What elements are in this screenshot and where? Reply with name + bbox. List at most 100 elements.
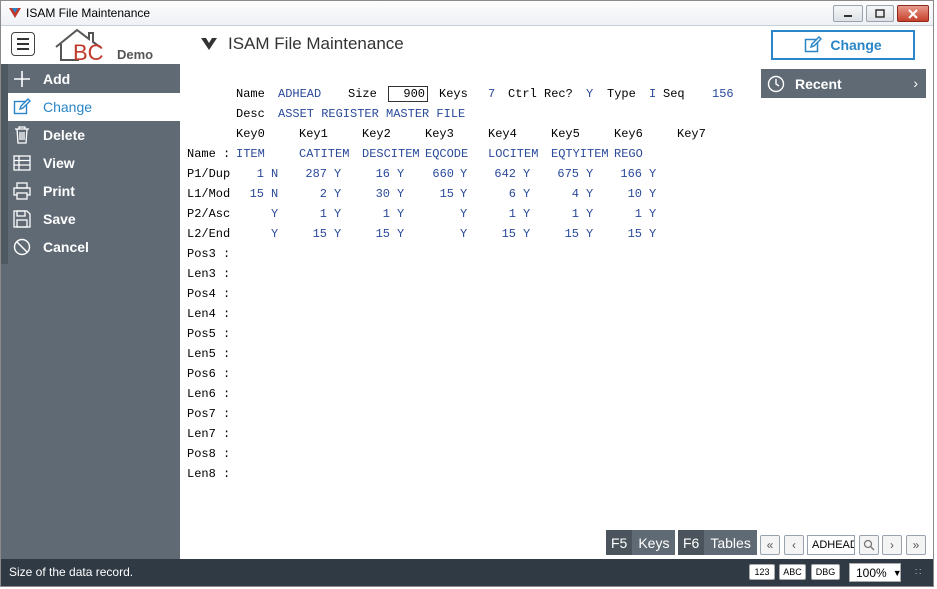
numeric-mode-indicator[interactable]: 123 (749, 564, 775, 580)
key-name-field[interactable]: DESCITEM (362, 144, 420, 164)
maximize-button[interactable] (866, 5, 894, 22)
key-header: Key0 (236, 127, 265, 141)
key-position-field[interactable]: 1 (287, 204, 327, 224)
debug-mode-indicator[interactable]: DBG (811, 564, 840, 580)
sidebar-item-cancel[interactable]: Cancel (8, 233, 180, 261)
sidebar-item-save[interactable]: Save (8, 205, 180, 233)
key-flag-field[interactable]: Y (523, 164, 530, 184)
key-position-field[interactable]: 15 (476, 224, 516, 244)
key-position-field[interactable]: 15 (350, 224, 390, 244)
sidebar-item-change[interactable]: Change (8, 93, 180, 121)
key-position-field[interactable]: 660 (414, 164, 454, 184)
key-position-field[interactable]: 15 (287, 224, 327, 244)
key-position-field[interactable]: 1 (476, 204, 516, 224)
key-flag-field[interactable]: Y (334, 184, 341, 204)
key-position-field[interactable]: 287 (287, 164, 327, 184)
desc-label: Desc (236, 107, 265, 121)
zoom-select[interactable]: 100% ▼ (849, 563, 902, 582)
recent-panel-button[interactable]: Recent › (761, 69, 926, 98)
key-flag-field[interactable]: Y (334, 164, 341, 184)
caps-mode-indicator[interactable]: ABC (779, 564, 806, 580)
desc-value[interactable]: ASSET REGISTER MASTER FILE (278, 104, 465, 124)
key-flag-field[interactable]: Y (649, 164, 656, 184)
resize-grip-icon[interactable]: ∷ (915, 567, 921, 578)
ctrl-rec-value[interactable]: Y (586, 84, 593, 104)
key-flag-field[interactable]: Y (586, 204, 593, 224)
key-position-field[interactable]: 30 (350, 184, 390, 204)
key-name-field[interactable]: EQCODE (425, 144, 468, 164)
row-label: Len5 : (187, 347, 231, 361)
key-flag-field[interactable]: Y (271, 224, 278, 244)
key-flag-field[interactable]: Y (586, 164, 593, 184)
key-flag-field[interactable]: N (271, 164, 278, 184)
close-button[interactable] (897, 5, 929, 22)
key-position-field[interactable]: 4 (539, 184, 579, 204)
f6-tables-button[interactable]: F6 Tables (678, 530, 757, 555)
key-position-field[interactable]: 16 (350, 164, 390, 184)
key-name-field[interactable]: CATITEM (299, 144, 349, 164)
key-position-field[interactable]: 6 (476, 184, 516, 204)
last-record-button[interactable]: » (906, 535, 926, 555)
key-position-field[interactable]: 15 (224, 184, 264, 204)
key-flag-field[interactable]: Y (649, 224, 656, 244)
hamburger-line (17, 48, 29, 50)
key-flag-field[interactable]: Y (523, 184, 530, 204)
key-position-field[interactable]: 675 (539, 164, 579, 184)
minimize-button[interactable] (833, 5, 863, 22)
key-flag-field[interactable]: Y (649, 204, 656, 224)
sidebar-item-add[interactable]: Add (8, 65, 180, 93)
search-button[interactable] (859, 535, 879, 555)
sidebar-item-delete[interactable]: Delete (8, 121, 180, 149)
key-position-field[interactable]: 1 (350, 204, 390, 224)
previous-record-button[interactable]: ‹ (784, 535, 804, 555)
key-flag-field[interactable]: Y (586, 184, 593, 204)
f5-keys-button[interactable]: F5 Keys (606, 530, 676, 555)
record-key-input[interactable]: ADHEAD (807, 535, 855, 555)
size-label: Size (348, 87, 377, 101)
type-value[interactable]: I (649, 84, 656, 104)
size-field[interactable]: 900 (388, 86, 428, 102)
key-position-field[interactable]: 15 (414, 184, 454, 204)
sidebar-item-print[interactable]: Print (8, 177, 180, 205)
next-record-button[interactable]: › (882, 535, 902, 555)
key-flag-field[interactable]: Y (334, 224, 341, 244)
key-flag-field[interactable]: N (271, 184, 278, 204)
key-flag-field[interactable]: Y (397, 224, 404, 244)
key-flag-field[interactable]: Y (271, 204, 278, 224)
seq-value[interactable]: 156 (712, 84, 734, 104)
key-flag-field[interactable]: Y (460, 204, 467, 224)
key-flag-field[interactable]: Y (460, 164, 467, 184)
menu-button[interactable] (11, 32, 35, 56)
key-flag-field[interactable]: Y (649, 184, 656, 204)
key-flag-field[interactable]: Y (586, 224, 593, 244)
chevron-left-icon: ‹ (792, 538, 796, 552)
key-flag-field[interactable]: Y (523, 224, 530, 244)
key-flag-field[interactable]: Y (460, 184, 467, 204)
main-content: Recent › Name ADHEAD Size 900 Keys 7 Ctr… (180, 64, 933, 559)
key-name-field[interactable]: LOCITEM (488, 144, 538, 164)
key-position-field[interactable]: 15 (602, 224, 642, 244)
keys-value[interactable]: 7 (488, 84, 495, 104)
name-value[interactable]: ADHEAD (278, 84, 321, 104)
key-name-field[interactable]: ITEM (236, 144, 265, 164)
key-position-field[interactable]: 1 (602, 204, 642, 224)
key-flag-field[interactable]: Y (397, 164, 404, 184)
key-position-field[interactable]: 1 (224, 164, 264, 184)
sidebar-item-view[interactable]: View (8, 149, 180, 177)
key-flag-field[interactable]: Y (334, 204, 341, 224)
key-flag-field[interactable]: Y (397, 184, 404, 204)
key-position-field[interactable]: 15 (539, 224, 579, 244)
key-position-field[interactable]: 10 (602, 184, 642, 204)
key-position-field[interactable]: 1 (539, 204, 579, 224)
key-position-field[interactable]: 2 (287, 184, 327, 204)
key-position-field[interactable]: 166 (602, 164, 642, 184)
key-name-field[interactable]: REGO (614, 144, 643, 164)
key-flag-field[interactable]: Y (460, 224, 467, 244)
key-flag-field[interactable]: Y (397, 204, 404, 224)
first-record-button[interactable]: « (760, 535, 780, 555)
key-position-field[interactable]: 642 (476, 164, 516, 184)
maximize-icon (875, 9, 885, 18)
change-mode-button[interactable]: Change (771, 30, 915, 60)
key-flag-field[interactable]: Y (523, 204, 530, 224)
key-name-field[interactable]: EQTYITEM (551, 144, 609, 164)
